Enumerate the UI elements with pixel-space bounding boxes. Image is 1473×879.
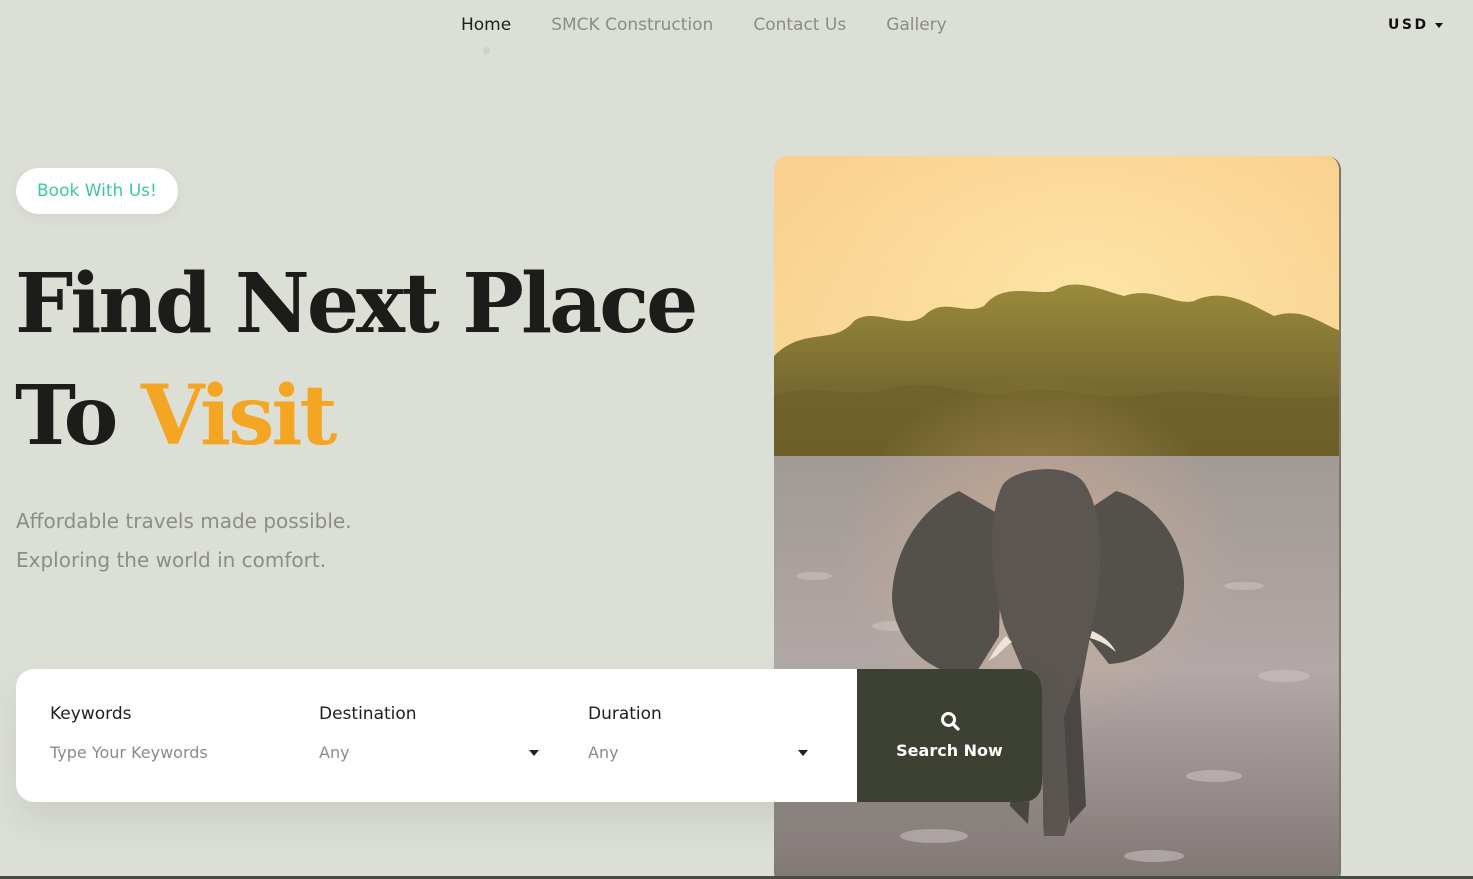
active-indicator-dot (483, 47, 491, 54)
nav-item-contact-us[interactable]: Contact Us (733, 13, 866, 37)
hero-headline: Find Next Place To Visit (15, 248, 698, 472)
destination-label: Destination (319, 704, 417, 724)
headline-line-1: Find Next Place (15, 256, 698, 352)
subtitle-line-2: Exploring the world in comfort. (16, 548, 327, 572)
keywords-label: Keywords (50, 704, 132, 724)
headline-line-2-prefix: To (15, 368, 118, 464)
nav-item-label: Home (461, 15, 512, 35)
badge-label: Book With Us! (37, 181, 157, 201)
nav-item-smck-construction[interactable]: SMCK Construction (531, 13, 733, 37)
caret-down-icon (529, 749, 539, 756)
nav-item-home[interactable]: Home (441, 13, 531, 54)
keywords-input[interactable] (50, 743, 250, 762)
duration-select[interactable]: Any (588, 743, 808, 762)
nav-links: Home SMCK Construction Contact Us Galler… (441, 13, 967, 54)
currency-label: USD (1388, 17, 1429, 33)
nav-item-label: Contact Us (753, 15, 847, 35)
book-with-us-button[interactable]: Book With Us! (16, 168, 178, 214)
nav-item-gallery[interactable]: Gallery (866, 13, 967, 37)
caret-down-icon (1434, 22, 1443, 28)
destination-select[interactable]: Any (319, 743, 539, 762)
search-button-label: Search Now (896, 741, 1003, 760)
destination-value: Any (319, 743, 350, 762)
currency-selector[interactable]: USD (1388, 17, 1443, 33)
duration-value: Any (588, 743, 619, 762)
subtitle-line-1: Affordable travels made possible. (16, 509, 352, 533)
top-nav: Home SMCK Construction Contact Us Galler… (0, 0, 1473, 60)
nav-item-label: SMCK Construction (551, 15, 714, 35)
search-icon (940, 712, 960, 731)
caret-down-icon (798, 749, 808, 756)
hero-subtitle: Affordable travels made possible. Explor… (16, 502, 352, 580)
nav-item-label: Gallery (886, 15, 947, 35)
headline-accent-word: Visit (140, 368, 338, 464)
duration-label: Duration (588, 704, 662, 724)
search-now-button[interactable]: Search Now (857, 669, 1042, 802)
